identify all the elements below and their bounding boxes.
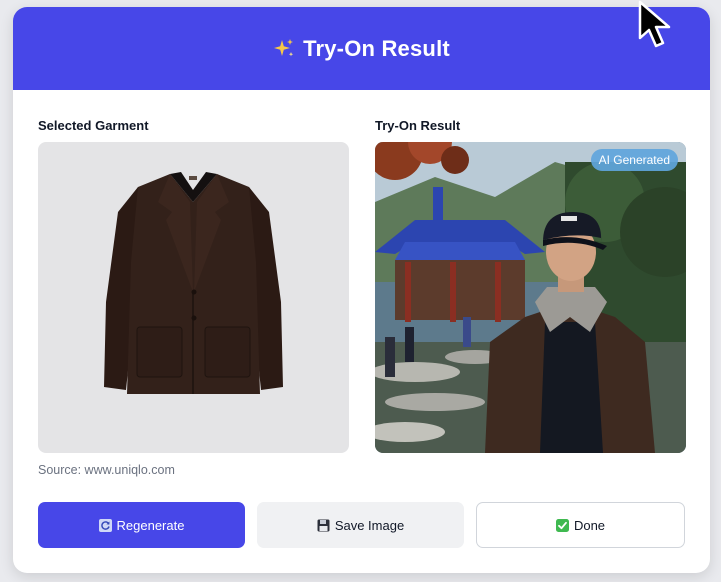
mouse-cursor-icon — [638, 0, 671, 48]
tryon-photo — [375, 142, 686, 453]
tryon-result-label: Try-On Result — [375, 118, 461, 133]
header-title-group: Try-On Result — [273, 36, 450, 62]
floppy-disk-icon — [317, 519, 330, 531]
tryon-result-modal: Try-On Result Selected Garment Try-On Re… — [13, 7, 710, 573]
tryon-result-image: AI Generated — [375, 142, 686, 453]
ai-generated-badge: AI Generated — [590, 149, 678, 171]
blazer-illustration — [104, 172, 283, 394]
check-mark-icon — [555, 518, 569, 532]
save-image-button-label: Save Image — [334, 517, 405, 533]
regenerate-button-label: Regenerate — [116, 517, 185, 533]
sparkles-icon — [274, 38, 294, 56]
done-button[interactable]: Done — [476, 502, 685, 548]
modal-header: Try-On Result — [13, 7, 710, 90]
garment-source-text: Source: www.uniqlo.com — [38, 463, 175, 477]
save-image-button[interactable]: Save Image — [257, 502, 464, 548]
regenerate-button[interactable]: Regenerate — [38, 502, 245, 548]
refresh-icon — [98, 518, 112, 532]
selected-garment-label: Selected Garment — [38, 118, 149, 133]
done-button-label: Done — [573, 517, 606, 533]
garment-image — [38, 142, 349, 453]
modal-title: Try-On Result — [303, 35, 450, 61]
